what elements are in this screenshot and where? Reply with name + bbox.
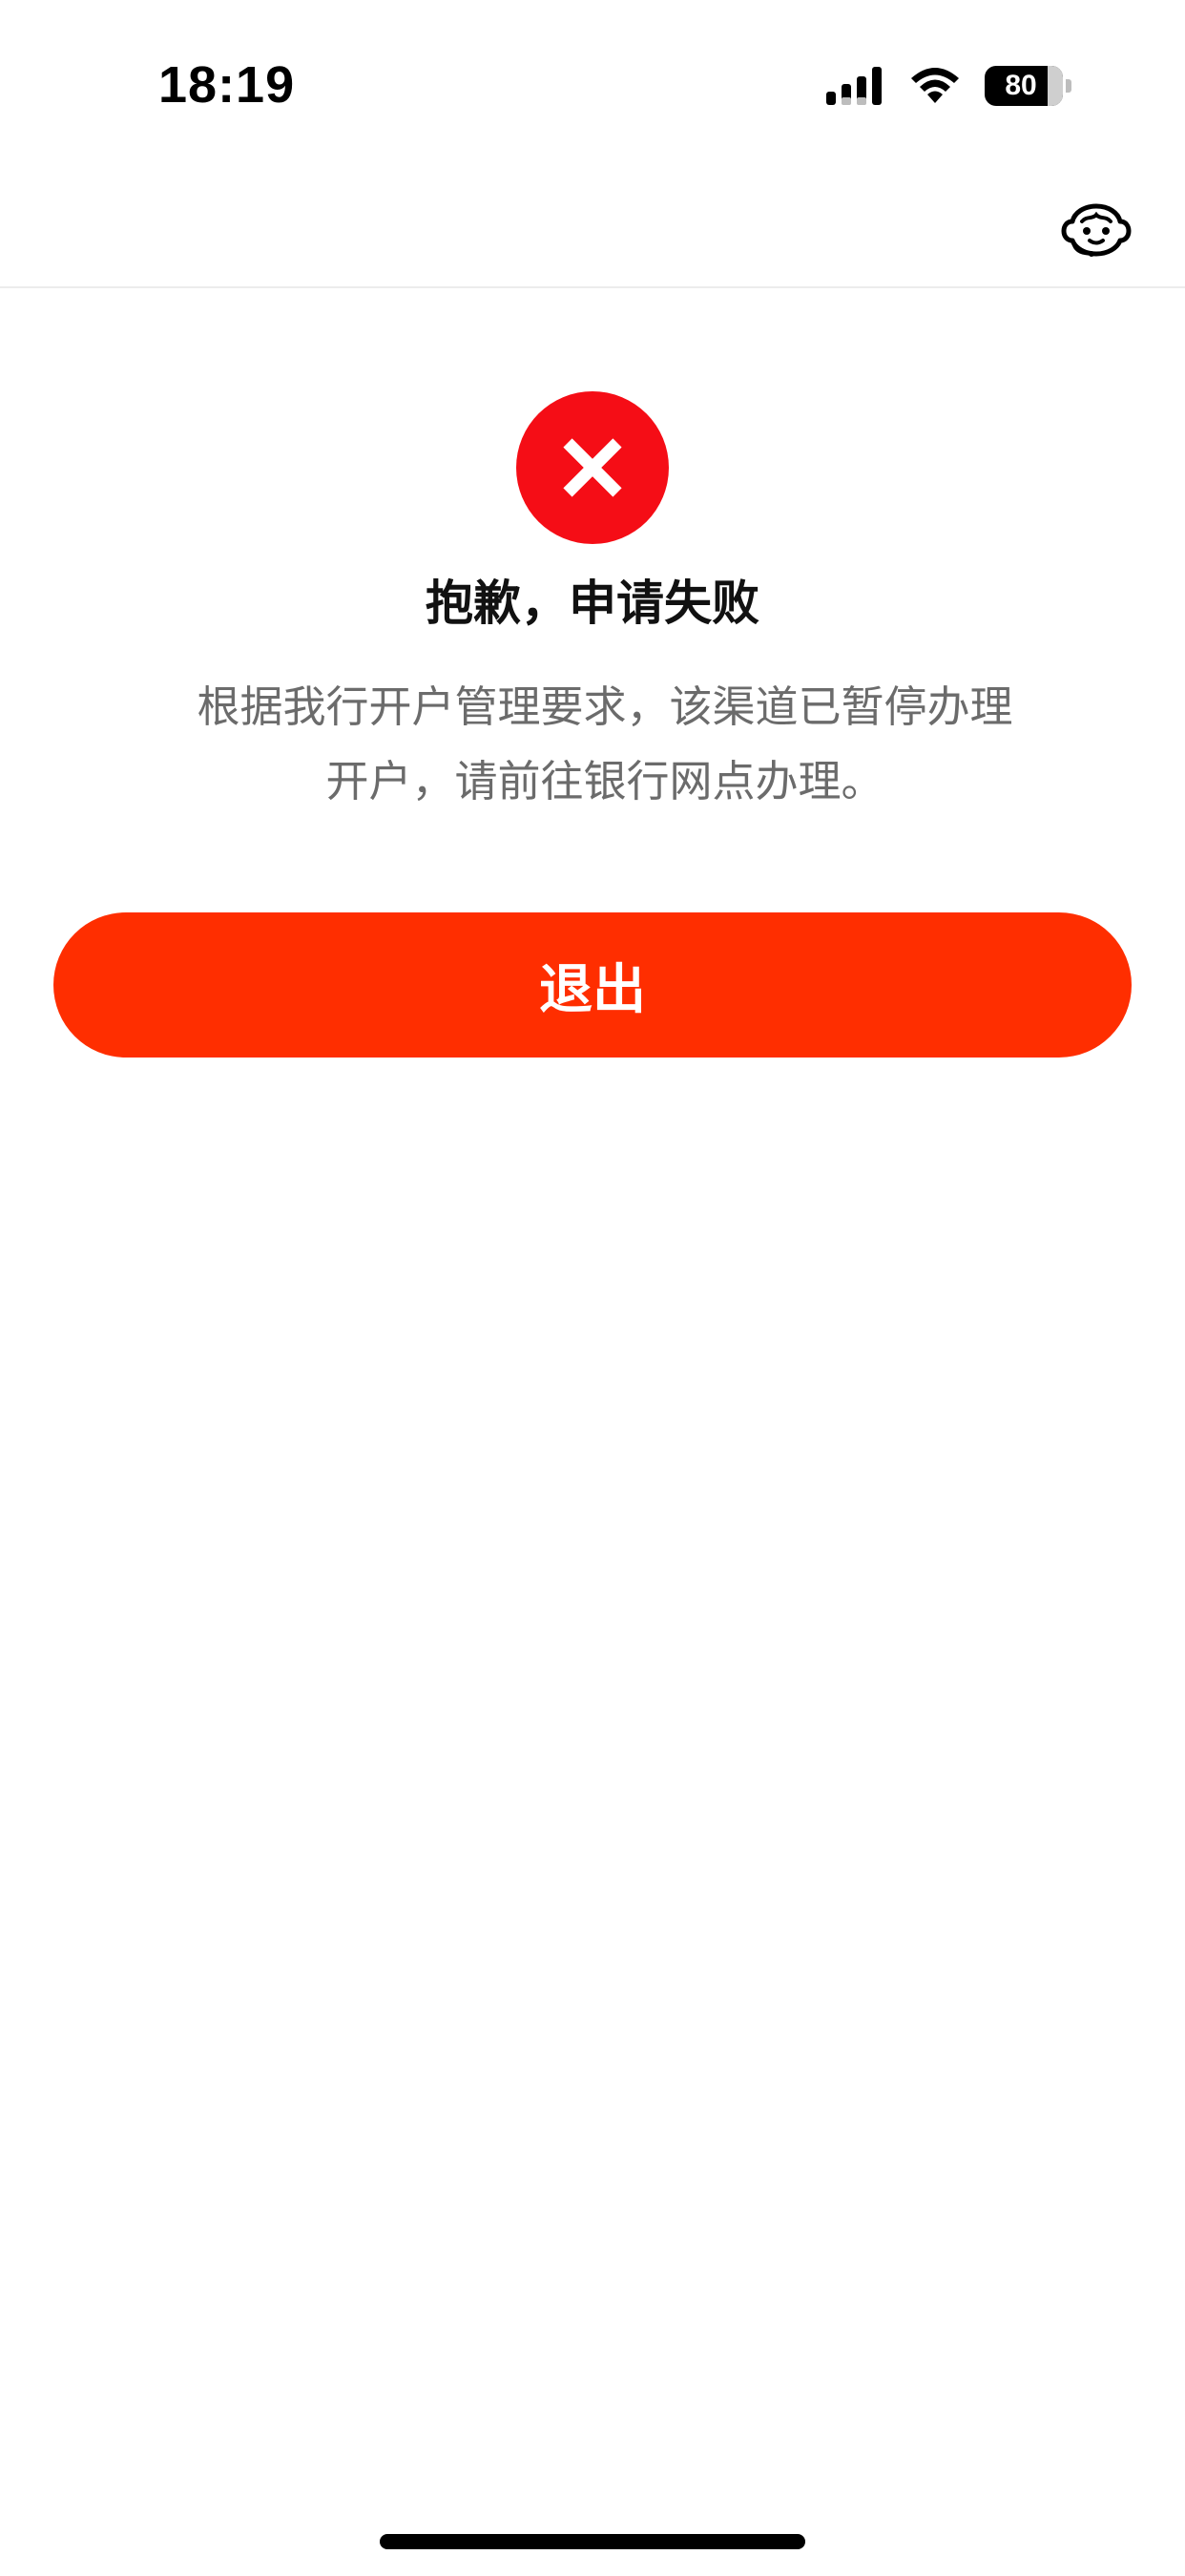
failure-status-icon [516, 391, 669, 544]
status-time: 18:19 [158, 56, 296, 114]
battery-cap [1066, 79, 1071, 93]
status-bar: 18:19 80 [0, 0, 1185, 172]
nav-bar [0, 172, 1185, 288]
status-indicators: 80 [824, 65, 1072, 107]
battery-percent: 80 [1005, 70, 1037, 101]
exit-button[interactable]: 退出 [53, 912, 1132, 1058]
close-icon [563, 438, 622, 497]
result-title: 抱歉，申请失败 [426, 576, 759, 631]
home-indicator[interactable] [380, 2534, 805, 2549]
wifi-icon [911, 68, 959, 103]
cellular-signal-icon [826, 67, 882, 105]
battery-body: 80 [985, 66, 1063, 106]
battery-icon: 80 [985, 65, 1072, 107]
customer-service-icon[interactable] [1061, 200, 1132, 260]
result-description: 根据我行开户管理要求，该渠道已暂停办理开户，请前往银行网点办理。 [197, 681, 1013, 806]
